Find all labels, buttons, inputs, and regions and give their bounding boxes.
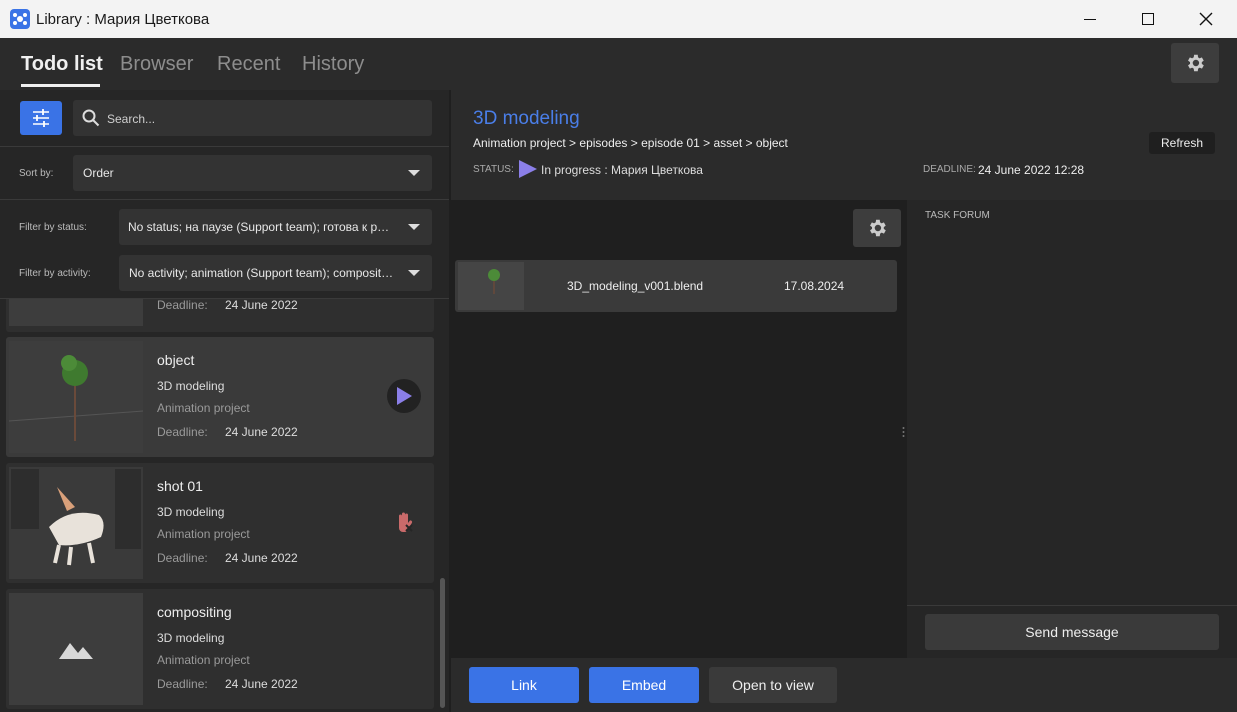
- task-project: Animation project: [157, 653, 250, 667]
- chevron-down-icon: [408, 270, 420, 276]
- play-icon: [397, 387, 412, 405]
- task-list-scrollbar[interactable]: [440, 578, 445, 708]
- deadline-value: 24 June 2022: [225, 298, 298, 312]
- activity-filter-dropdown[interactable]: No activity; animation (Support team); c…: [119, 255, 432, 291]
- breadcrumb: Animation project > episodes > episode 0…: [473, 136, 788, 150]
- status-value: In progress : Мария Цветкова: [541, 163, 703, 177]
- sort-label: Sort by:: [19, 168, 54, 179]
- chevron-down-icon: [408, 170, 420, 176]
- task-card[interactable]: compositing 3D modeling Animation projec…: [6, 589, 434, 709]
- maximize-icon: [1142, 13, 1154, 25]
- status-filter-label: Filter by status:: [19, 222, 87, 233]
- divider: [0, 199, 449, 200]
- deadline-value: 24 June 2022 12:28: [978, 163, 1085, 177]
- status-filter-value: No status; на паузе (Support team); гото…: [128, 220, 394, 234]
- play-icon: [518, 159, 538, 184]
- sort-value: Order: [83, 166, 114, 180]
- minimize-icon: [1084, 18, 1096, 20]
- task-forum-panel: [907, 200, 1237, 658]
- deadline-value: 24 June 2022: [225, 551, 298, 565]
- task-detail-title: 3D modeling: [473, 108, 580, 129]
- divider: [0, 298, 449, 299]
- minimize-button[interactable]: [1061, 0, 1119, 38]
- divider: [907, 605, 1237, 606]
- gear-icon: [1188, 54, 1204, 72]
- tab-browser[interactable]: Browser: [120, 53, 193, 76]
- task-forum-label: TASK FORUM: [925, 210, 990, 221]
- resize-handle[interactable]: [902, 425, 905, 437]
- files-settings-button[interactable]: [853, 209, 901, 247]
- close-icon: [1199, 12, 1213, 26]
- active-tab-underline: [21, 84, 100, 87]
- file-row[interactable]: 3D_modeling_v001.blend 17.08.2024: [455, 260, 897, 312]
- window-title: Library : Мария Цветкова: [36, 11, 210, 28]
- task-project: Animation project: [157, 527, 250, 541]
- task-thumbnail: [9, 593, 143, 705]
- activity-filter-label: Filter by activity:: [19, 268, 91, 279]
- divider: [0, 146, 449, 147]
- task-thumbnail: [9, 467, 143, 579]
- tab-recent[interactable]: Recent: [217, 53, 280, 76]
- search-placeholder: Search...: [107, 112, 156, 126]
- task-thumbnail: [8, 341, 144, 453]
- settings-button[interactable]: [1171, 43, 1219, 83]
- app-logo-icon: [10, 9, 30, 29]
- image-placeholder-icon: [59, 643, 93, 659]
- task-entity-name: object: [157, 352, 195, 368]
- status-label: STATUS:: [473, 164, 514, 175]
- chevron-down-icon: [408, 224, 420, 230]
- search-icon: [82, 109, 100, 127]
- deadline-value: 24 June 2022: [225, 677, 298, 691]
- task-type: 3D modeling: [157, 631, 225, 645]
- tab-todo-list[interactable]: Todo list: [21, 53, 103, 76]
- filter-toggle-button[interactable]: [20, 101, 62, 135]
- tab-history[interactable]: History: [302, 53, 364, 76]
- deadline-label: Deadline:: [157, 677, 208, 691]
- link-button[interactable]: Link: [469, 667, 579, 703]
- sliders-icon: [33, 109, 49, 127]
- close-button[interactable]: [1177, 0, 1235, 38]
- refresh-button[interactable]: Refresh: [1149, 132, 1215, 154]
- hand-stop-icon: [399, 512, 413, 533]
- status-filter-dropdown[interactable]: No status; на паузе (Support team); гото…: [119, 209, 432, 245]
- deadline-label: Deadline:: [157, 298, 208, 312]
- maximize-button[interactable]: [1119, 0, 1177, 38]
- file-thumbnail: [458, 262, 524, 310]
- open-to-view-button[interactable]: Open to view: [709, 667, 837, 703]
- task-entity-name: compositing: [157, 604, 232, 620]
- sort-dropdown[interactable]: Order: [73, 155, 432, 191]
- task-type: 3D modeling: [157, 505, 225, 519]
- gear-icon: [870, 219, 886, 237]
- task-card-selected[interactable]: object 3D modeling Animation project Dea…: [6, 337, 434, 457]
- deadline-label: Deadline:: [157, 425, 208, 439]
- task-entity-name: shot 01: [157, 478, 203, 494]
- activity-filter-value: No activity; animation (Support team); c…: [129, 266, 395, 280]
- task-card[interactable]: shot 01 3D modeling Animation project De…: [6, 463, 434, 583]
- file-name: 3D_modeling_v001.blend: [567, 279, 704, 293]
- file-date: 17.08.2024: [784, 279, 845, 293]
- deadline-value: 24 June 2022: [225, 425, 298, 439]
- play-status-button[interactable]: [387, 379, 421, 413]
- window-titlebar: Library : Мария Цветкова: [0, 0, 1237, 38]
- deadline-label: Deadline:: [157, 551, 208, 565]
- deadline-label: DEADLINE:: [923, 164, 976, 175]
- embed-button[interactable]: Embed: [589, 667, 699, 703]
- send-message-button[interactable]: Send message: [925, 614, 1219, 650]
- task-project: Animation project: [157, 401, 250, 415]
- task-type: 3D modeling: [157, 379, 225, 393]
- hand-stop-status[interactable]: [394, 511, 416, 540]
